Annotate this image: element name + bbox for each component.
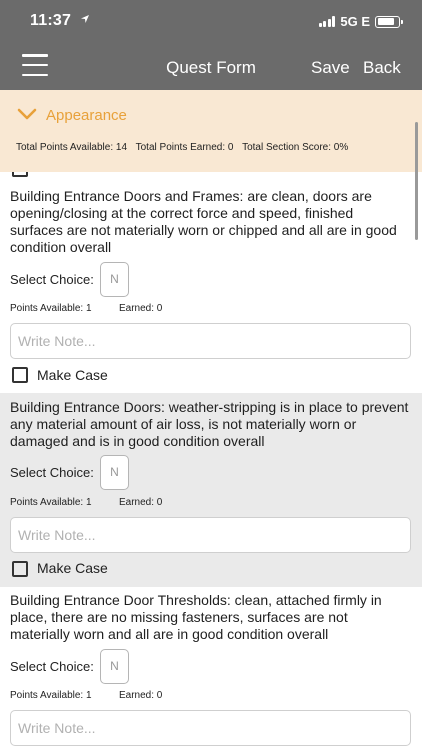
select-choice-label: Select Choice: [10, 465, 94, 480]
points-earned: Earned: 0 [119, 303, 163, 314]
section-title[interactable]: Appearance [46, 107, 127, 124]
question-text: Building Entrance Door Thresholds: clean… [10, 592, 382, 642]
note-input[interactable]: Write Note... [10, 517, 411, 553]
back-button[interactable]: Back [363, 58, 401, 78]
choice-select[interactable]: N [100, 262, 129, 297]
points-earned: Earned: 0 [119, 690, 163, 701]
points-available: Points Available: 1 [10, 303, 92, 314]
signal-icon [318, 16, 336, 27]
status-bar: 11:37 5G E [0, 0, 422, 44]
question-item: Building Entrance Door Thresholds: clean… [0, 587, 422, 750]
question-item: Building Entrance Doors: weather-strippi… [0, 393, 422, 587]
top-bar: 11:37 5G E Quest Form Save Back [0, 0, 422, 90]
status-right: 5G E [318, 14, 403, 29]
chevron-down-icon[interactable] [16, 106, 38, 122]
question-text: Building Entrance Doors: weather-strippi… [10, 399, 409, 449]
make-case-label[interactable]: Make Case [37, 367, 108, 383]
save-button[interactable]: Save [311, 58, 350, 78]
total-points-earned: Total Points Earned: 0 [135, 142, 234, 153]
question-item: Building Entrance Doors and Frames: are … [0, 181, 422, 393]
previous-make-case-checkbox[interactable] [12, 172, 28, 177]
select-choice-label: Select Choice: [10, 659, 94, 674]
points-available: Points Available: 1 [10, 690, 92, 701]
note-input[interactable]: Write Note... [10, 710, 411, 746]
network-label: 5G E [340, 14, 370, 29]
section-totals: Total Points Available: 14 Total Points … [16, 142, 354, 153]
nav-bar: Quest Form Save Back [0, 44, 422, 90]
select-choice-label: Select Choice: [10, 272, 94, 287]
page-title: Quest Form [166, 58, 256, 77]
note-input[interactable]: Write Note... [10, 323, 411, 359]
total-section-score: Total Section Score: 0% [242, 142, 349, 153]
scrollbar[interactable] [415, 122, 418, 240]
location-arrow-icon [80, 13, 90, 27]
points-earned: Earned: 0 [119, 497, 163, 508]
section-header[interactable] [0, 90, 422, 172]
points-available: Points Available: 1 [10, 497, 92, 508]
make-case-checkbox[interactable] [12, 561, 28, 577]
status-time: 11:37 [30, 12, 72, 29]
make-case-checkbox[interactable] [12, 367, 28, 383]
choice-select[interactable]: N [100, 649, 129, 684]
battery-icon [375, 15, 403, 28]
choice-select[interactable]: N [100, 455, 129, 490]
total-points-available: Total Points Available: 14 [16, 142, 128, 153]
make-case-label[interactable]: Make Case [37, 560, 108, 576]
question-text: Building Entrance Doors and Frames: are … [10, 188, 397, 255]
